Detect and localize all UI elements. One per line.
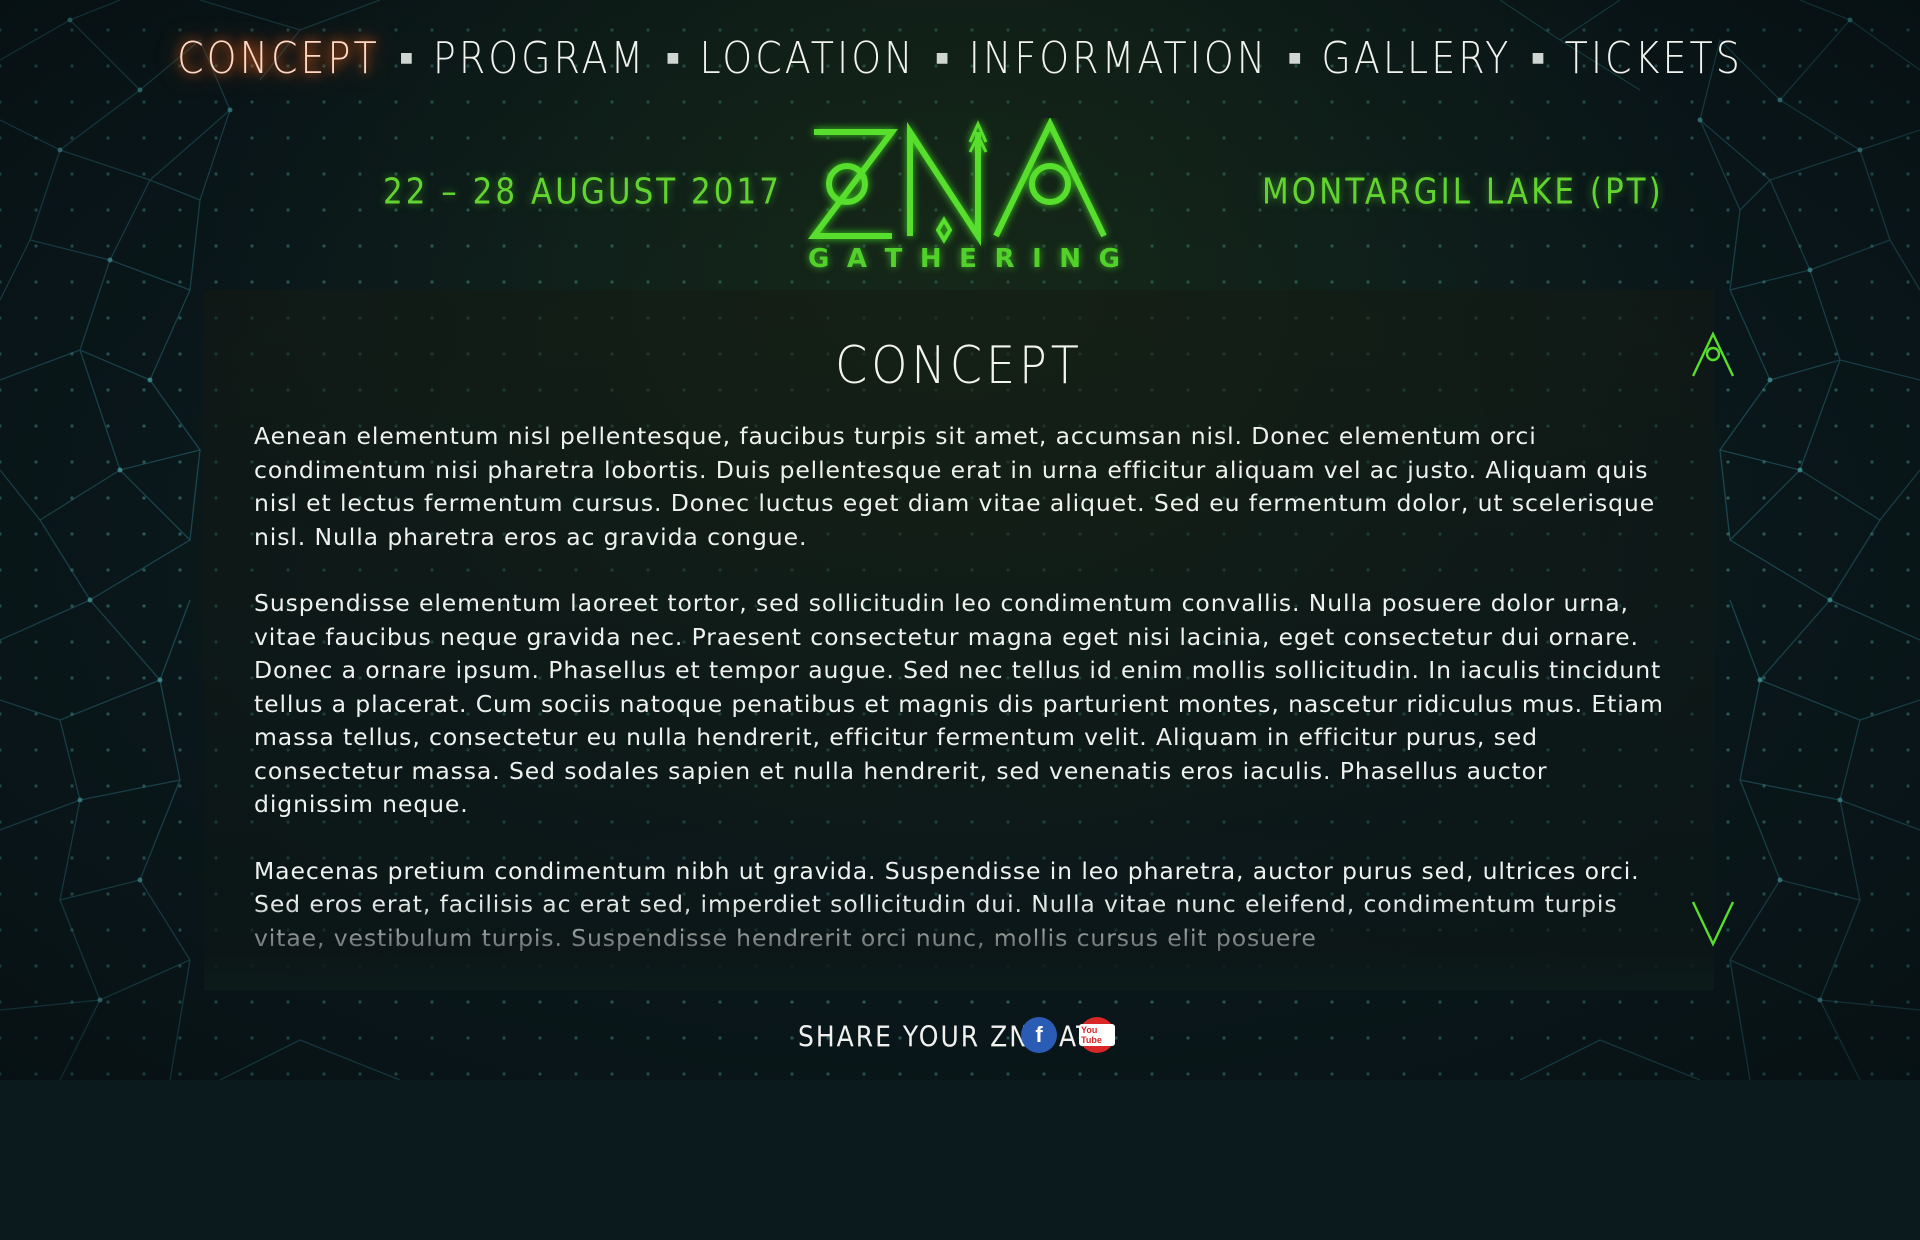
- paragraph: Aenean elementum nisl pellentesque, fauc…: [254, 422, 1656, 551]
- facebook-glyph: f: [1035, 1022, 1043, 1047]
- nav-separator: ■: [399, 50, 413, 66]
- youtube-glyph: You Tube: [1079, 1024, 1115, 1046]
- nav-program[interactable]: PROGRAM: [433, 33, 646, 84]
- logo-letter: T: [884, 244, 903, 274]
- logo-letter: G: [808, 244, 830, 274]
- nav-information[interactable]: INFORMATION: [969, 33, 1268, 84]
- logo-letter: H: [919, 244, 942, 274]
- paragraph: Suspendisse elementum laoreet tortor, se…: [254, 589, 1664, 818]
- nav-separator: ■: [666, 50, 680, 66]
- concept-text: Aenean elementum nisl pellentesque, fauc…: [254, 420, 1666, 1240]
- main-nav: CONCEPT ■ PROGRAM ■ LOCATION ■ INFORMATI…: [0, 28, 1920, 88]
- concept-panel: CONCEPT Aenean elementum nisl pellentesq…: [204, 290, 1714, 990]
- section-title: CONCEPT: [835, 334, 1083, 396]
- logo-subtitle: G A T H E R I N G: [808, 244, 1120, 274]
- logo-letter: G: [1098, 244, 1120, 274]
- logo-letter: A: [846, 244, 868, 274]
- nav-concept[interactable]: CONCEPT: [177, 33, 380, 84]
- nav-tickets[interactable]: TICKETS: [1565, 33, 1743, 84]
- text-fade-overlay: [204, 900, 1714, 990]
- facebook-icon[interactable]: f: [1021, 1017, 1057, 1053]
- nav-location[interactable]: LOCATION: [699, 33, 915, 84]
- scroll-down-icon[interactable]: [1690, 900, 1736, 948]
- nav-gallery[interactable]: GALLERY: [1321, 33, 1511, 84]
- scroll-up-icon[interactable]: [1690, 330, 1736, 378]
- logo-letter: E: [959, 244, 977, 274]
- nav-separator: ■: [1288, 50, 1302, 66]
- youtube-icon[interactable]: You Tube: [1079, 1017, 1115, 1053]
- logo-letter: R: [994, 244, 1015, 274]
- logo-letter: N: [1059, 244, 1082, 274]
- event-location: MONTARGIL LAKE (PT): [1262, 171, 1664, 213]
- nav-separator: ■: [935, 50, 949, 66]
- nav-separator: ■: [1531, 50, 1545, 66]
- logo-letter: I: [1032, 244, 1042, 274]
- event-dates: 22 – 28 AUGUST 2017: [383, 171, 782, 213]
